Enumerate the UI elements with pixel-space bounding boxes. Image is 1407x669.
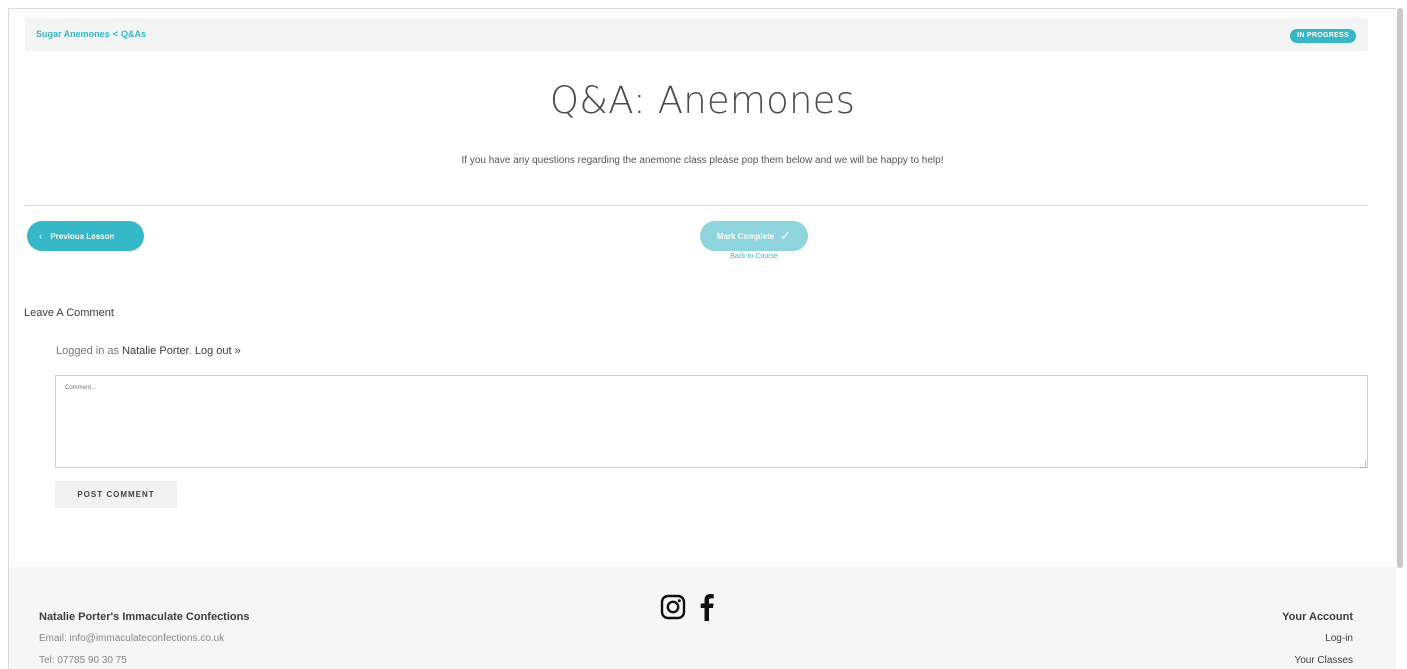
- instagram-icon[interactable]: [660, 594, 686, 625]
- logged-in-prefix: Logged in as: [56, 345, 119, 357]
- user-profile-link[interactable]: Natalie Porter: [122, 345, 189, 357]
- status-badge: IN PROGRESS: [1290, 29, 1356, 43]
- logged-in-status: Logged in as Natalie Porter. Log out »: [56, 345, 241, 357]
- facebook-icon[interactable]: [700, 593, 714, 626]
- divider: [25, 205, 1368, 206]
- comment-textarea[interactable]: [55, 375, 1368, 468]
- footer-email: Email: info@immaculateconfections.co.uk: [39, 633, 225, 644]
- footer-tel: Tel: 07785 90 30 75: [39, 655, 127, 666]
- previous-lesson-label: Previous Lesson: [50, 231, 115, 241]
- post-comment-button[interactable]: POST COMMENT: [55, 481, 177, 508]
- logout-link[interactable]: Log out »: [195, 345, 241, 357]
- back-to-course-link[interactable]: Back to Course: [700, 253, 808, 260]
- breadcrumb-course-link[interactable]: Sugar Anemones: [36, 29, 110, 39]
- mark-complete-label: Mark Complete: [716, 231, 775, 241]
- chevron-left-icon: ‹: [39, 230, 43, 242]
- footer-classes-link[interactable]: Your Classes: [1294, 655, 1353, 666]
- previous-lesson-button[interactable]: ‹ Previous Lesson: [27, 221, 144, 251]
- footer-login-link[interactable]: Log-in: [1325, 633, 1353, 644]
- period-text: .: [188, 345, 192, 357]
- page-frame: Sugar Anemones < Q&As IN PROGRESS Q&A: Ane…: [8, 8, 1396, 669]
- resize-handle[interactable]: [1359, 461, 1366, 468]
- page-title: Q&A: Anemones: [549, 79, 856, 122]
- mark-complete-button[interactable]: Mark Complete ✓: [700, 221, 808, 251]
- footer-company-name: Natalie Porter's Immaculate Confections: [39, 611, 250, 623]
- leave-comment-heading: Leave A Comment: [24, 307, 114, 319]
- footer: Natalie Porter's Immaculate Confections …: [9, 567, 1396, 669]
- footer-account-heading: Your Account: [1282, 611, 1353, 623]
- breadcrumb-separator: <: [112, 29, 118, 39]
- breadcrumb-current-link[interactable]: Q&As: [121, 29, 146, 39]
- checkmark-icon: ✓: [780, 228, 792, 243]
- scrollbar[interactable]: [1397, 8, 1403, 568]
- lesson-intro-text: If you have any questions regarding the …: [461, 155, 944, 166]
- breadcrumb: Sugar Anemones < Q&As: [36, 29, 146, 39]
- breadcrumb-bar: Sugar Anemones < Q&As IN PROGRESS: [25, 18, 1368, 51]
- social-links: [660, 593, 714, 626]
